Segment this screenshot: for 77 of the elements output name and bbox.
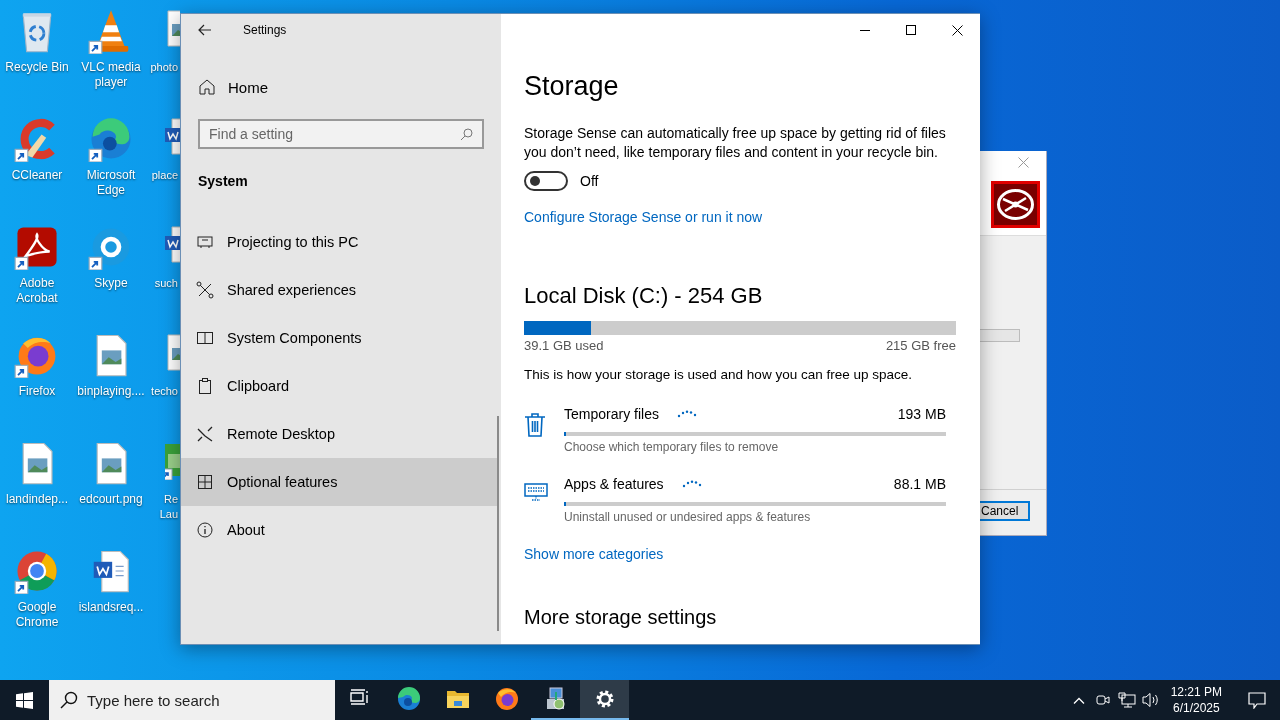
home-icon — [198, 78, 216, 96]
info-icon — [196, 521, 214, 539]
desktop-icon-label[interactable]: Re Lau — [149, 492, 178, 522]
show-more-link[interactable]: Show more categories — [524, 544, 664, 564]
clipboard-icon — [196, 377, 214, 395]
projector-icon — [196, 233, 214, 251]
scrollbar[interactable] — [497, 416, 499, 631]
category-name[interactable]: Apps & features — [564, 476, 664, 492]
cancel-button[interactable]: Cancel — [980, 501, 1030, 521]
search-icon — [460, 128, 473, 141]
taskbar-search-field[interactable]: Type here to search — [49, 680, 335, 720]
desktop-icon-label[interactable]: landindep... — [5, 492, 69, 507]
close-icon[interactable] — [1018, 157, 1029, 168]
free-label: 215 GB free — [885, 337, 956, 355]
page-title: Storage — [524, 70, 620, 103]
maximize-icon — [906, 25, 916, 35]
desktop-icon-label[interactable]: Microsoft Edge — [75, 168, 147, 198]
category-description: Uninstall unused or undesired apps & features — [564, 509, 812, 525]
desktop-icon-label[interactable]: Adobe Acrobat — [1, 276, 73, 306]
trash-icon — [524, 412, 546, 438]
category-name[interactable]: Temporary files — [564, 406, 659, 422]
minimize-icon — [860, 29, 870, 31]
desktop-icon-label[interactable]: place — [149, 168, 178, 183]
description-text: Storage Sense can automatically free up space by getting rid of files you don’t need, like temporary files and content in your recycle bin. — [524, 124, 947, 162]
chevron-icon[interactable] — [1072, 696, 1085, 704]
section-heading: System — [198, 172, 249, 191]
nav-item[interactable]: System Components — [181, 314, 498, 362]
nav-item[interactable]: Optional features — [181, 458, 498, 506]
desktop-icon-label[interactable]: Skype — [94, 276, 128, 291]
desktop-icon-label[interactable]: such — [149, 276, 178, 291]
close-icon — [951, 24, 963, 36]
keyboard-icon — [524, 482, 548, 502]
nav-item[interactable]: Remote Desktop — [181, 410, 498, 458]
category-size: 88.1 MB — [893, 476, 946, 492]
desktop-icon-label[interactable]: edcourt.png — [79, 492, 143, 507]
taskbar-button[interactable] — [580, 680, 629, 720]
globe-icon — [494, 687, 519, 711]
notification-icon[interactable] — [1248, 691, 1266, 709]
share-icon — [196, 281, 214, 299]
desktop-icon-label[interactable]: CCleaner — [11, 168, 63, 183]
toggle-label: Off — [580, 173, 599, 189]
clock-date[interactable]: 6/1/2025 — [1172, 700, 1220, 716]
desktop-icon-label[interactable]: islandsreq... — [78, 600, 144, 615]
desktop-icon-label[interactable]: Recycle Bin — [5, 60, 69, 75]
desktop-icon-label[interactable]: VLC media player — [75, 60, 147, 90]
nav-item[interactable]: Clipboard — [181, 362, 498, 410]
window-title: Settings — [243, 23, 287, 37]
network-icon[interactable] — [1117, 692, 1136, 708]
toggle-switch[interactable] — [524, 171, 568, 191]
grid-icon — [196, 473, 214, 491]
category-description: Choose which temporary files to remove — [564, 439, 780, 455]
category-size: 193 MB — [897, 406, 946, 422]
volume-icon[interactable] — [1141, 692, 1160, 708]
desktop-icon-label[interactable]: Firefox — [18, 384, 56, 399]
desktop-icon-label[interactable]: photo — [149, 60, 178, 75]
section-heading: More storage settings — [524, 605, 718, 630]
desktop-icon-label[interactable]: techo — [149, 384, 178, 399]
clock-time[interactable]: 12:21 PM — [1170, 684, 1222, 700]
nav-item[interactable]: Shared experiences — [181, 266, 498, 314]
usage-note: This is how your storage is used and how you can free up space. — [524, 366, 913, 384]
monitor-icon — [196, 329, 214, 347]
swirl-icon — [396, 687, 421, 711]
connection-icon — [196, 425, 214, 443]
desktop-icon-label[interactable]: binplaying.... — [77, 384, 145, 399]
search-field[interactable]: Find a setting — [198, 119, 484, 149]
windows-logo-icon — [15, 691, 33, 709]
nav-item[interactable]: Projecting to this PC — [181, 218, 498, 266]
configure-link[interactable]: Configure Storage Sense or run it now — [524, 207, 763, 227]
home-nav-item[interactable]: Home — [181, 63, 501, 111]
search-icon — [60, 691, 78, 709]
back-arrow-icon — [198, 24, 212, 36]
used-label: 39.1 GB used — [524, 337, 604, 355]
disk-title: Local Disk (C:) - 254 GB — [524, 282, 764, 310]
nav-item[interactable]: About — [181, 506, 498, 554]
camera-icon[interactable] — [1094, 692, 1111, 708]
desktop-icon-label[interactable]: Google Chrome — [1, 600, 73, 630]
disc-icon — [991, 181, 1040, 228]
